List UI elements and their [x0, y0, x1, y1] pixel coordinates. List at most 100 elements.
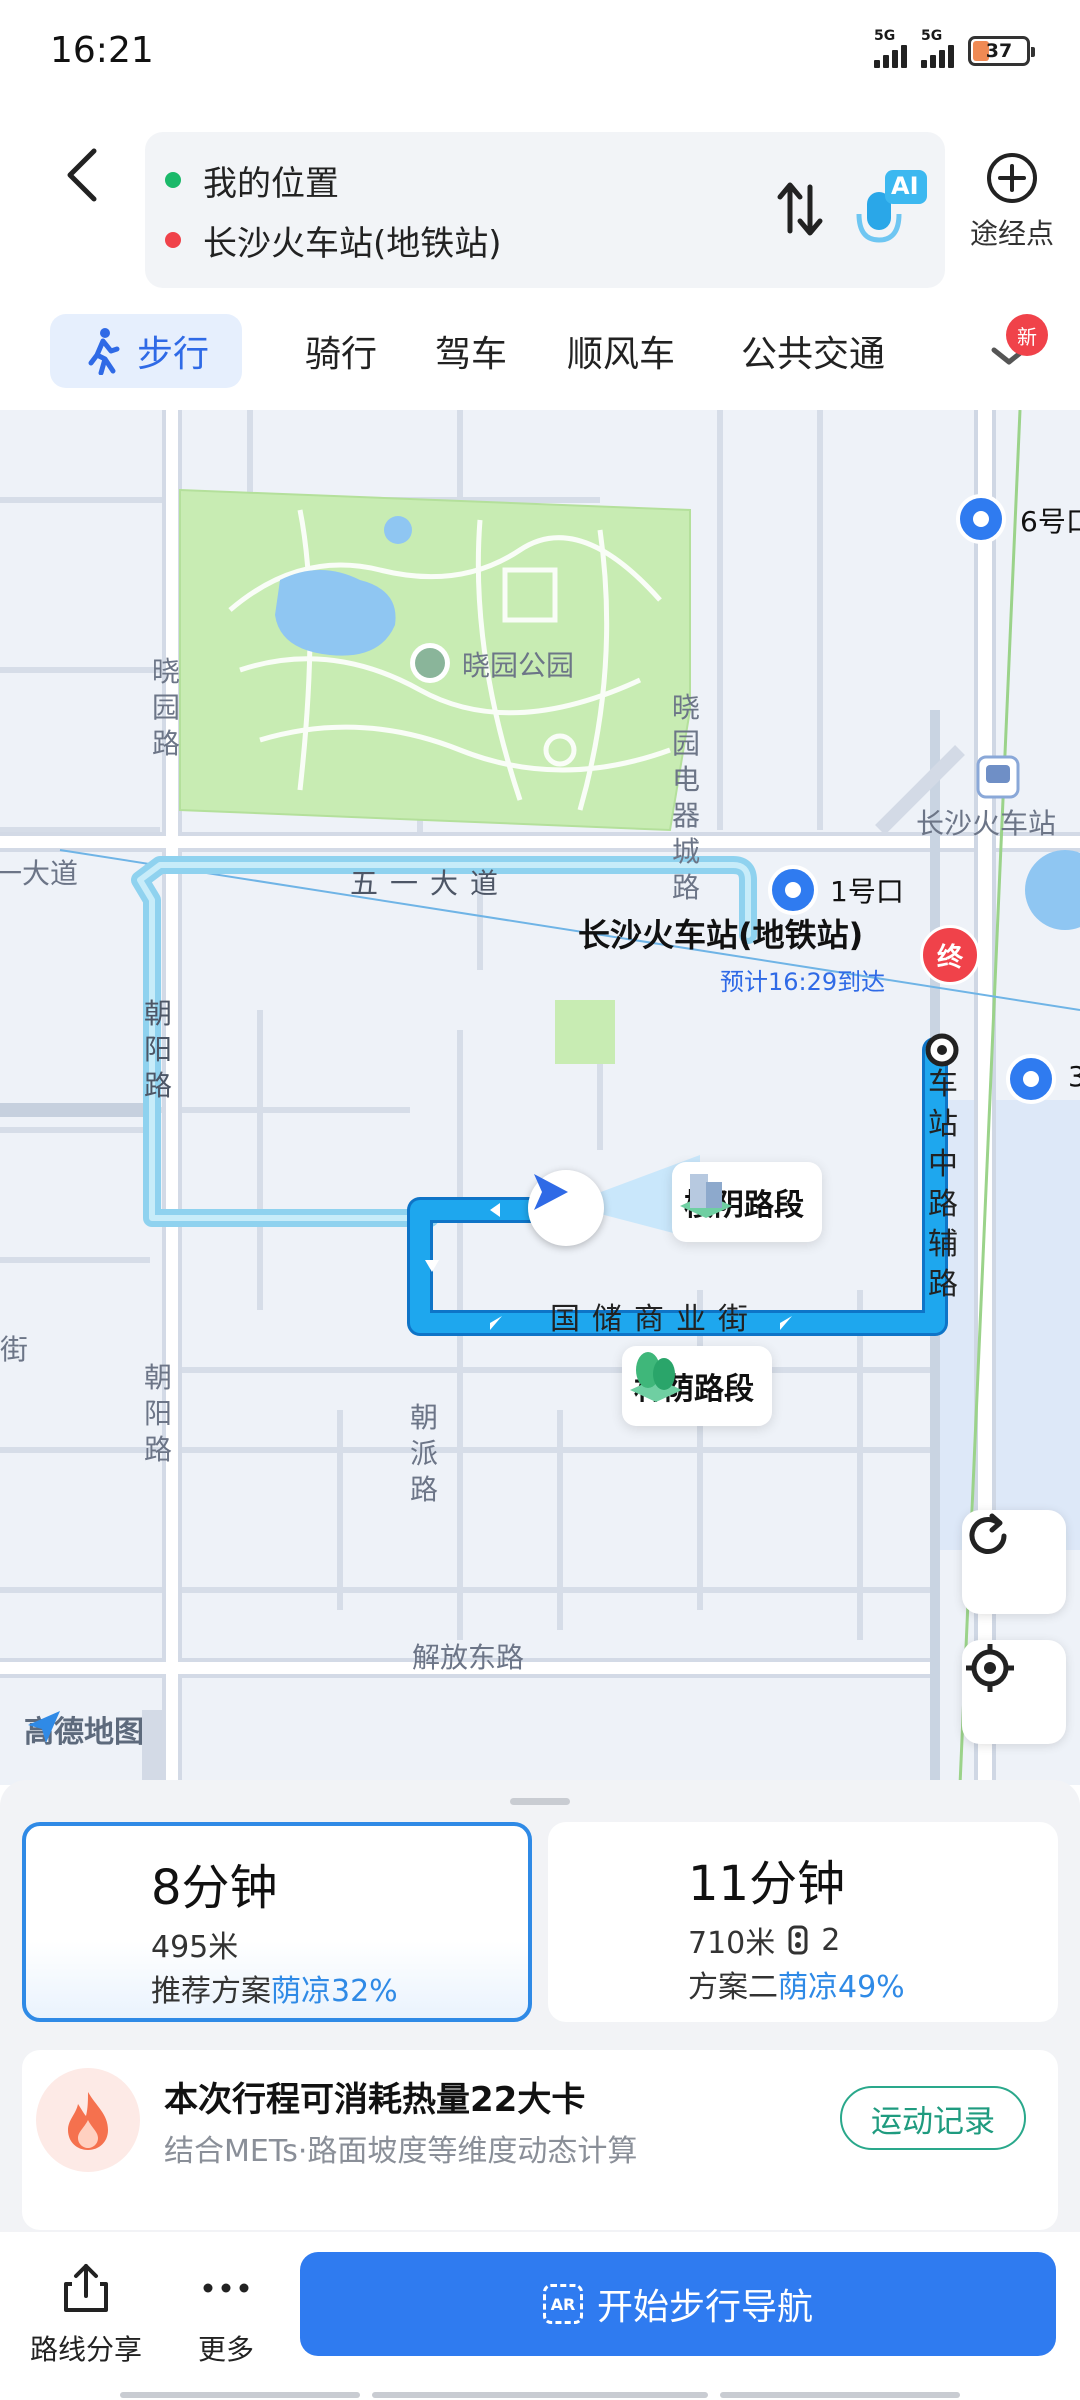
origin-field[interactable]: 我的位置: [165, 150, 339, 210]
share-route-button[interactable]: 路线分享: [30, 2258, 142, 2368]
building-shade-icon: [680, 1174, 732, 1218]
ai-label: AI: [891, 172, 919, 200]
road-label-guochu: 国储商业街: [550, 1302, 760, 1337]
transport-tabs: 步行 骑行 驾车 顺风车 公共交通 新: [0, 310, 1080, 400]
waypoint-label: 途经点: [969, 217, 1054, 250]
sheet-drag-handle[interactable]: [510, 1798, 570, 1805]
plan-2-distance-row: 710米 2: [688, 1918, 840, 1962]
status-bar: 16:21 5G 5G 37: [0, 0, 1080, 110]
more-tabs-button[interactable]: 新: [974, 314, 1048, 390]
calorie-subtitle: 结合METs·路面坡度等维度动态计算: [164, 2134, 638, 2169]
refresh-button[interactable]: [962, 1510, 1066, 1614]
swap-button[interactable]: [765, 174, 835, 244]
tab-drive[interactable]: 驾车: [416, 314, 526, 388]
destination-dot-icon: [165, 232, 181, 248]
plan-card-2[interactable]: 11分钟 710米 2 方案二荫凉49%: [548, 1822, 1058, 2022]
ar-icon: AR: [542, 2284, 583, 2324]
road-label-chaoyang-2: 朝阳路: [143, 1361, 172, 1466]
tab-carpool-label: 顺风车: [566, 334, 675, 375]
tab-bike[interactable]: 骑行: [286, 314, 396, 388]
destination-field[interactable]: 长沙火车站(地铁站): [165, 210, 502, 270]
walking-person-icon: [88, 328, 120, 375]
tab-walk-label: 步行: [136, 334, 209, 375]
bottom-action-bar: 路线分享 更多 AR 开始步行导航: [0, 2232, 1080, 2400]
road-label-xiaoyuan-dianqi: 晓园电器城路: [671, 691, 700, 904]
more-label: 更多: [197, 2333, 254, 2366]
plan-2-lights: 2: [821, 1922, 841, 1958]
add-waypoint-button[interactable]: 途经点: [962, 150, 1062, 270]
plan-card-1[interactable]: 8分钟 495米 推荐方案荫凉32%: [22, 1822, 532, 2022]
exit-pin-6[interactable]: [956, 494, 1006, 554]
fire-icon: [36, 2068, 140, 2172]
plan-2-subtitle: 方案二荫凉49%: [688, 1962, 905, 2006]
locate-icon: [966, 1644, 1014, 1692]
segment-card-tree-shade[interactable]: 林荫路段: [622, 1346, 772, 1426]
calorie-title: 本次行程可消耗热量22大卡: [164, 2080, 586, 2120]
locate-button[interactable]: [962, 1640, 1066, 1744]
park-label: 晓园公园: [462, 649, 575, 682]
map-view[interactable]: 晓园公园 五一大道 一大道 朝阳路 朝阳路 晓园路 晓园电器城路 朝派路 解放东…: [0, 410, 1080, 1785]
origin-dot-icon: [165, 172, 181, 188]
status-icons: 5G 5G 37: [874, 28, 1035, 68]
station-label: 长沙火车站: [916, 807, 1057, 840]
more-dots-icon: [196, 2258, 256, 2318]
plan-2-shade: 荫凉49%: [778, 1970, 905, 2005]
signal-label: 5G: [874, 28, 896, 44]
plan-1-distance-row: 495米: [151, 1922, 238, 1966]
road-label-station-aux: 车站中路辅路: [928, 1067, 958, 1302]
segment-card-building-shade[interactable]: 楼阴路段: [672, 1162, 822, 1242]
plan-1-distance: 495米: [151, 1930, 239, 1965]
destination-label: 长沙火车站(地铁站): [203, 223, 502, 264]
exit-1-label: 1号口: [830, 875, 904, 908]
route-input-box: 我的位置 长沙火车站(地铁站) AI: [145, 132, 945, 288]
amap-logo-icon: [28, 1711, 60, 1743]
tab-carpool[interactable]: 顺风车: [556, 314, 686, 388]
plan-2-time: 11分钟: [688, 1856, 846, 1912]
ai-voice-button[interactable]: AI: [845, 162, 935, 252]
current-location-arrow-icon: [528, 1170, 604, 1246]
map-pin-icon: [956, 494, 1006, 544]
map-pin-icon: [1006, 1054, 1056, 1104]
more-button[interactable]: 更多: [196, 2258, 256, 2368]
chevron-left-icon: [67, 148, 97, 202]
end-marker[interactable]: 终: [920, 925, 980, 985]
plus-circle-icon: [987, 153, 1037, 203]
ai-microphone-icon: [856, 170, 927, 243]
tree-shade-icon: [630, 1352, 682, 1402]
plan-2-distance: 710米: [688, 1926, 776, 1961]
plan-2-label: 方案二: [688, 1970, 778, 2005]
tab-transit-label: 公共交通: [740, 334, 885, 375]
plan-1-time: 8分钟: [151, 1860, 278, 1916]
plan-1-label: 推荐方案: [151, 1974, 271, 2009]
tab-transit[interactable]: 公共交通: [732, 314, 894, 388]
exit-pin-3[interactable]: [1006, 1054, 1056, 1114]
home-indicator-3: [720, 2392, 960, 2398]
eta-label: 预计16:29到达: [720, 968, 886, 996]
refresh-icon: [969, 1513, 1007, 1554]
road-label-xiaoyuan: 晓园路: [151, 655, 180, 760]
plan-1-shade: 荫凉32%: [271, 1974, 398, 2009]
plan-1-subtitle: 推荐方案荫凉32%: [151, 1966, 398, 2010]
signal-label-2: 5G: [921, 28, 943, 44]
swap-arrows-icon: [777, 182, 823, 236]
amap-logo: 高德地图: [24, 1707, 144, 1751]
signal-icon: 5G: [874, 28, 907, 68]
traffic-light-icon: [788, 1925, 808, 1955]
share-route-label: 路线分享: [30, 2333, 143, 2366]
origin-label: 我的位置: [203, 163, 339, 204]
share-icon: [56, 2258, 116, 2318]
road-label-wuyi-left: 一大道: [0, 857, 79, 890]
exit-3-label: 3: [1068, 1060, 1080, 1093]
signal-icon-2: 5G: [921, 28, 954, 68]
tab-walk[interactable]: 步行: [50, 314, 242, 388]
calorie-card: 本次行程可消耗热量22大卡 结合METs·路面坡度等维度动态计算 运动记录: [22, 2050, 1058, 2230]
back-button[interactable]: [52, 140, 112, 210]
home-indicator-2: [372, 2392, 708, 2398]
start-walk-navigation-button[interactable]: AR 开始步行导航: [300, 2252, 1056, 2356]
road-label-jiefang: 解放东路: [412, 1641, 525, 1674]
road-label-jie: 街: [0, 1333, 29, 1366]
road-label-chaopai: 朝派路: [409, 1401, 438, 1506]
sport-record-button[interactable]: 运动记录: [840, 2086, 1026, 2150]
exit-6-label: 6号口: [1020, 505, 1080, 538]
start-walk-navigation-label: 开始步行导航: [596, 2287, 813, 2328]
